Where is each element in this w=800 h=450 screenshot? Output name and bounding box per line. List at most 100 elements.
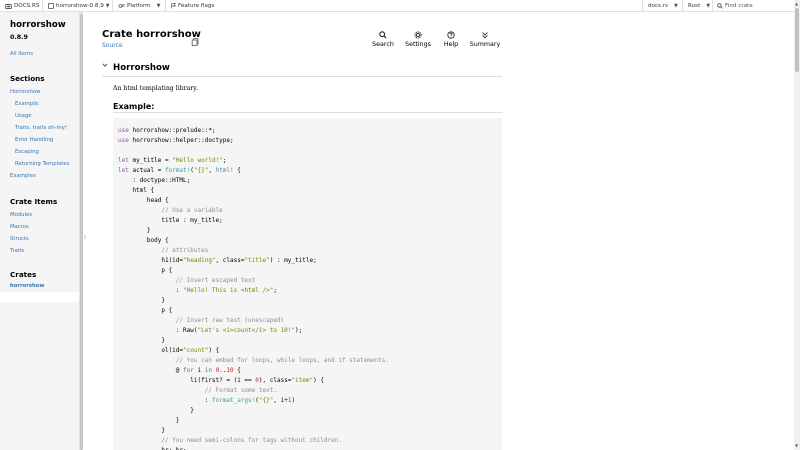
- sidebar-current-highlight: [0, 292, 79, 302]
- sidebar-section-returning-templates[interactable]: Returning Templates: [15, 161, 69, 167]
- search-icon: [717, 3, 723, 9]
- code-token: in: [204, 367, 212, 374]
- code-token: "title": [244, 257, 270, 264]
- flag-icon: [171, 3, 176, 9]
- docsrs-menu[interactable]: docs.rs ▼: [648, 0, 678, 12]
- code-token: ) {: [313, 377, 324, 384]
- code-token: }: [118, 297, 165, 304]
- feature-flags-label: Feature flags: [178, 3, 215, 9]
- sidebar-crate-name[interactable]: horrorshow: [10, 20, 66, 30]
- rust-menu[interactable]: Rust ▼: [688, 0, 710, 12]
- sidebar-version: 0.8.9: [10, 34, 28, 41]
- sidebar-item-structs[interactable]: Structs: [10, 236, 29, 242]
- sidebar-all-items[interactable]: All Items: [10, 51, 33, 57]
- feature-flags-link[interactable]: Feature flags: [171, 0, 214, 12]
- code-token: // Use a variable: [118, 207, 223, 214]
- code-token: ) {: [208, 347, 220, 354]
- code-token: ;: [222, 157, 227, 164]
- code-token: , i+: [273, 397, 288, 404]
- sidebar-section-examples[interactable]: Examples: [10, 173, 36, 179]
- help-button[interactable]: Help: [435, 30, 467, 48]
- code-line: // Insert raw text (unescaped): [118, 316, 502, 326]
- code-token: "Let's <i>count</i> to 10!": [197, 327, 296, 334]
- sidebar-item-traits[interactable]: Traits: [10, 248, 24, 254]
- code-token: }: [118, 227, 151, 234]
- double-chevron-down-icon: [469, 30, 501, 40]
- code-token: ,: [208, 167, 216, 174]
- collapse-toggle-icon[interactable]: [102, 62, 108, 70]
- code-token: horrorshow::prelude::*;: [128, 127, 216, 134]
- code-line: }: [118, 226, 502, 236]
- source-link[interactable]: Source: [102, 42, 123, 49]
- summary-button[interactable]: Summary: [469, 30, 501, 48]
- code-token: "{}": [258, 397, 274, 404]
- code-token: i: [193, 367, 205, 374]
- code-token: }: [118, 417, 180, 424]
- code-line: }: [118, 426, 502, 436]
- code-line: use horrorshow::prelude::*;: [118, 126, 502, 136]
- question-icon: [435, 30, 467, 40]
- code-token: let: [118, 167, 129, 174]
- rust-menu-label: Rust: [688, 3, 701, 9]
- sidebar-section-horrorshow[interactable]: Horrorshow: [10, 89, 40, 95]
- code-token: // Insert escaped text: [118, 277, 256, 284]
- sidebar-section-usage[interactable]: Usage: [15, 113, 32, 119]
- search-button[interactable]: Search: [367, 30, 399, 48]
- sidebar-item-modules[interactable]: Modules: [10, 212, 32, 218]
- code-token: "count": [183, 347, 209, 354]
- code-token: }: [118, 427, 165, 434]
- copy-path-icon[interactable]: [191, 31, 199, 50]
- code-token: );: [295, 327, 303, 334]
- code-token: "{}": [193, 167, 209, 174]
- sidebar-crate-items-heading: Crate Items: [10, 197, 58, 206]
- main-content: Crate horrorshow Source Search Settings …: [83, 12, 794, 450]
- section-title[interactable]: Horrorshow: [113, 63, 170, 73]
- sidebar-crate-horrorshow[interactable]: horrorshow: [10, 283, 44, 289]
- sidebar-section-traits[interactable]: Traits, traits oh-my!: [15, 125, 67, 131]
- crate-description: An html templating library.: [113, 85, 198, 92]
- crate-version-menu[interactable]: horrorshow-0.8.9 ▼: [48, 0, 110, 12]
- code-token: title : my_title;: [118, 217, 223, 224]
- code-line: head {: [118, 196, 502, 206]
- code-line: }: [118, 336, 502, 346]
- code-token: ) : my_title;: [269, 257, 317, 264]
- example-heading: Example:: [113, 102, 155, 111]
- code-line: title : my_title;: [118, 216, 502, 226]
- code-token: use: [118, 127, 129, 134]
- code-token: 10: [226, 367, 234, 374]
- code-line: : "Hello! This is <html />";: [118, 286, 502, 296]
- sidebar-crates-heading: Crates: [10, 270, 37, 279]
- sidebar-section-example[interactable]: Example:: [15, 101, 40, 107]
- search-icon: [367, 30, 399, 40]
- code-token: : doctype::HTML;: [118, 177, 191, 184]
- code-token: my_title =: [128, 157, 173, 164]
- page-scrollbar[interactable]: ▲ ▼: [794, 0, 800, 450]
- code-line: use horrorshow::helper::doctype;: [118, 136, 502, 146]
- help-button-label: Help: [443, 41, 459, 48]
- code-token: // Insert raw text (unescaped): [118, 317, 285, 324]
- crate-menu-label: horrorshow-0.8.9: [56, 3, 104, 9]
- docsrs-menu-label: docs.rs: [648, 3, 668, 9]
- sidebar-section-escaping[interactable]: Escaping: [15, 149, 39, 155]
- code-line: // Use a variable: [118, 206, 502, 216]
- code-token: :: [118, 397, 212, 404]
- sidebar: horrorshow 0.8.9 All Items Sections Horr…: [0, 12, 79, 450]
- scrollbar-thumb[interactable]: [795, 8, 799, 72]
- code-token: head {: [118, 197, 169, 204]
- settings-button[interactable]: Settings: [402, 30, 434, 48]
- scroll-up-icon[interactable]: ▲: [795, 1, 798, 6]
- code-line: // You can embed for loops, while loops,…: [118, 356, 502, 366]
- code-token: // Format some text.: [118, 387, 277, 394]
- sidebar-section-error-handling[interactable]: Error Handling: [15, 137, 53, 143]
- sidebar-item-macros[interactable]: Macros: [10, 224, 29, 230]
- code-token: ol(id=: [118, 347, 184, 354]
- docsrs-home-link[interactable]: DOCS.RS: [5, 0, 39, 12]
- code-line: html {: [118, 186, 502, 196]
- chevron-down-icon: ▼: [105, 3, 110, 9]
- scroll-down-icon[interactable]: ▼: [795, 443, 798, 448]
- code-line: p {: [118, 306, 502, 316]
- platform-menu[interactable]: Platform ▼: [118, 0, 160, 12]
- code-token: html!: [215, 167, 234, 174]
- find-crate-search[interactable]: Find crate: [717, 0, 753, 12]
- find-crate-input[interactable]: Find crate: [725, 3, 753, 9]
